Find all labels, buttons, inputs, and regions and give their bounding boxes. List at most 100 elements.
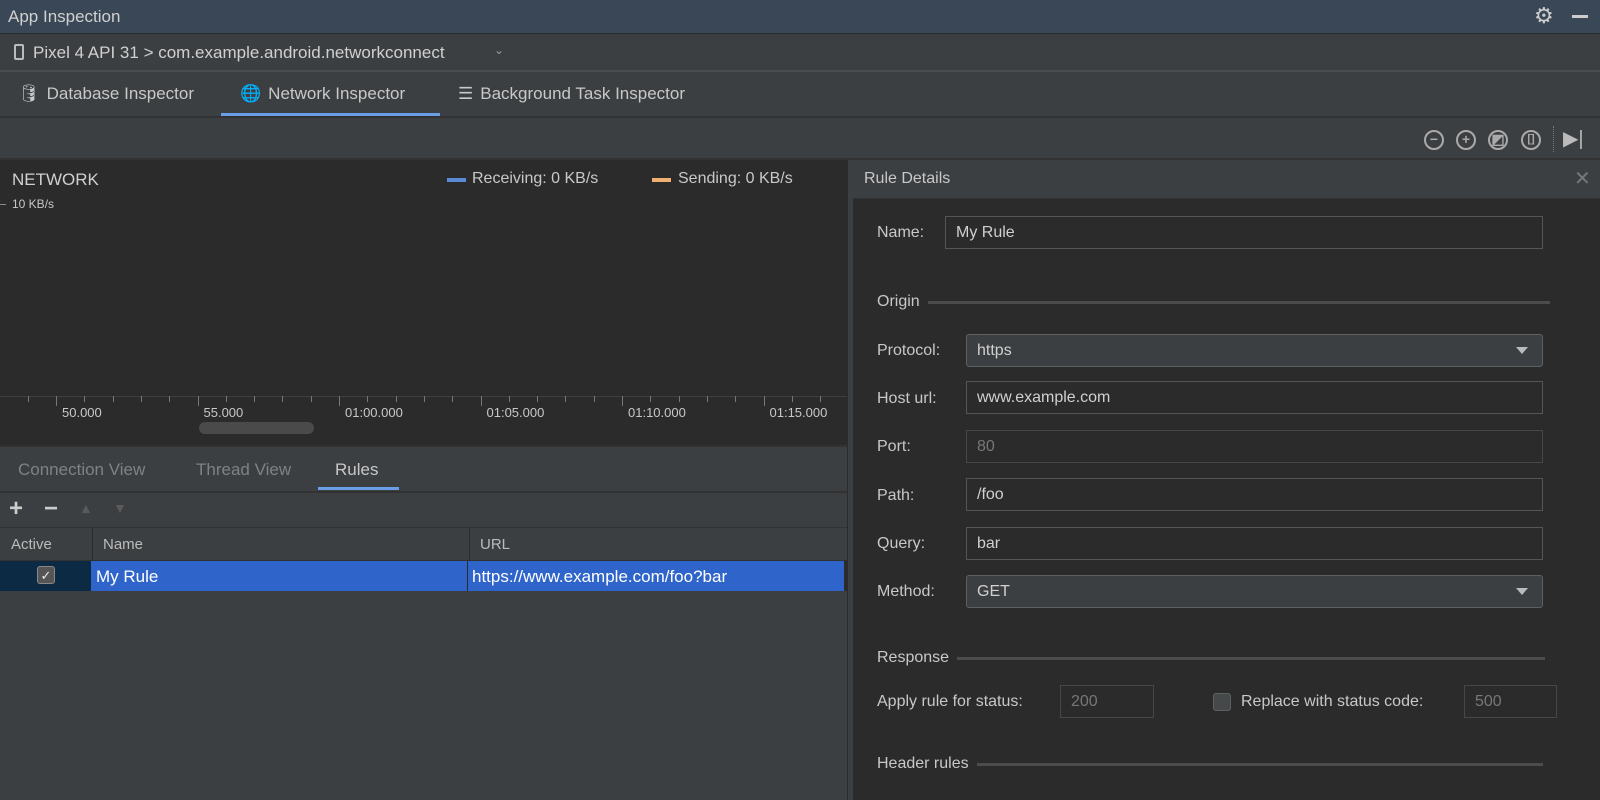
minor-tick [565,396,567,402]
minor-tick [84,396,86,402]
minor-tick [140,396,142,402]
section-divider [927,300,1550,304]
add-icon[interactable]: + [9,495,23,523]
toolbar-separator [1553,126,1554,152]
go-to-live-icon[interactable]: ▶| [1563,126,1584,151]
rule-details-title: Rule Details [864,170,951,187]
timeline-scrollbar[interactable] [199,422,314,434]
path-label: Path: [877,487,915,504]
name-label: Name: [877,224,925,241]
rules-toolbar: + − ▲ ▼ [0,491,847,527]
header-rules-section: Header rules [877,755,1543,773]
active-tab-indicator [221,113,440,116]
column-divider [469,528,470,561]
minor-tick [593,396,595,402]
method-value: GET [977,583,1010,600]
receiving-legend: Receiving: 0 KB/s [472,170,599,187]
tab-thread-view[interactable]: Thread View [196,460,291,480]
close-icon[interactable]: ✕ [1574,166,1591,191]
y-tick [0,204,6,205]
tab-label: Background Task Inspector [480,84,685,103]
tick-label: 01:15.000 [769,405,828,420]
method-select[interactable]: GET [966,575,1543,608]
tick-label: 01:05.000 [486,405,545,420]
database-icon: 🛢 [18,84,40,103]
column-name[interactable]: Name [103,536,143,553]
query-label: Query: [877,535,926,552]
zoom-in-icon[interactable]: + [1456,130,1476,150]
minor-tick [282,396,284,402]
inspector-tabs: 🛢 Database Inspector 🌐 Network Inspector ☰… [0,72,1600,118]
rules-table-body [0,591,847,800]
tab-network-inspector[interactable]: 🌐 Network Inspector [240,84,405,104]
minor-tick [112,396,114,402]
active-checkbox[interactable]: ✓ [37,566,55,584]
tab-database-inspector[interactable]: 🛢 Database Inspector [18,84,194,104]
major-tick [56,396,57,406]
network-chart[interactable]: NETWORK 10 KB/s Receiving: 0 KB/s Sendin… [0,160,847,445]
receiving-legend-swatch [447,178,466,182]
protocol-select[interactable]: https [966,334,1543,367]
name-input[interactable]: My Rule [945,216,1543,249]
minor-tick [367,396,369,402]
minimize-icon[interactable] [1572,15,1588,18]
remove-icon[interactable]: − [44,495,58,523]
sending-legend-swatch [652,178,671,182]
y-axis-label: 10 KB/s [12,197,55,211]
rule-name: My Rule [96,567,159,586]
replace-status-label: Replace with status code: [1241,693,1424,710]
protocol-value: https [977,342,1012,359]
rule-url: https://www.example.com/foo?bar [472,567,728,586]
apply-status-input[interactable]: 200 [1060,685,1154,718]
gear-icon[interactable]: ⚙ [1534,3,1554,29]
minor-tick [508,396,510,402]
port-input[interactable]: 80 [966,430,1543,463]
table-row[interactable]: ✓ My Rule https://www.example.com/foo?ba… [0,561,847,591]
tab-connection-view[interactable]: Connection View [18,460,145,480]
path-input[interactable]: /foo [966,478,1543,511]
tick-label: 01:00.000 [345,405,403,420]
minor-tick [423,396,425,402]
tab-rules[interactable]: Rules [335,460,378,480]
origin-section: Origin [877,293,1550,311]
zoom-out-icon[interactable]: − [1424,130,1444,150]
device-icon [14,44,24,60]
device-selector[interactable]: Pixel 4 API 31 > com.example.android.net… [0,34,1600,72]
query-input[interactable]: bar [966,527,1543,560]
replace-status-input[interactable]: 500 [1464,685,1557,718]
zoom-to-selection-icon[interactable]: [] [1521,130,1541,150]
protocol-label: Protocol: [877,342,941,359]
tab-label: Network Inspector [268,84,406,103]
rules-table-header: Active Name URL [0,527,847,561]
tick-label: 01:10.000 [628,405,686,420]
minor-tick [537,396,539,402]
dropdown-arrow-icon [1516,347,1528,354]
minor-tick [678,396,680,402]
port-label: Port: [877,438,911,455]
section-divider [976,762,1543,766]
major-tick [763,396,765,406]
column-active[interactable]: Active [11,536,52,553]
minor-tick [395,396,397,402]
window-title: App Inspection [8,7,121,26]
minor-tick [225,396,227,402]
move-up-icon[interactable]: ▲ [79,500,93,516]
minor-tick [650,396,652,402]
chart-title: NETWORK [12,170,99,189]
active-tab-indicator [318,487,399,490]
replace-status-checkbox[interactable] [1213,693,1231,711]
minor-tick [820,396,822,402]
chevron-down-icon: ⌄ [494,43,505,57]
minor-tick [735,396,737,402]
split-divider[interactable] [847,160,853,800]
move-down-icon[interactable]: ▼ [113,500,127,516]
rule-details-header: Rule Details ✕ [853,160,1600,199]
host-url-input[interactable]: www.example.com [966,381,1543,414]
apply-status-label: Apply rule for status: [877,693,1023,710]
column-url[interactable]: URL [480,536,510,553]
origin-heading: Origin [877,293,920,310]
tab-background-task-inspector[interactable]: ☰ Background Task Inspector [458,84,685,104]
reset-zoom-icon[interactable]: ◩ [1488,130,1508,150]
dropdown-arrow-icon [1516,588,1528,595]
url-cell: https://www.example.com/foo?bar [468,561,844,591]
